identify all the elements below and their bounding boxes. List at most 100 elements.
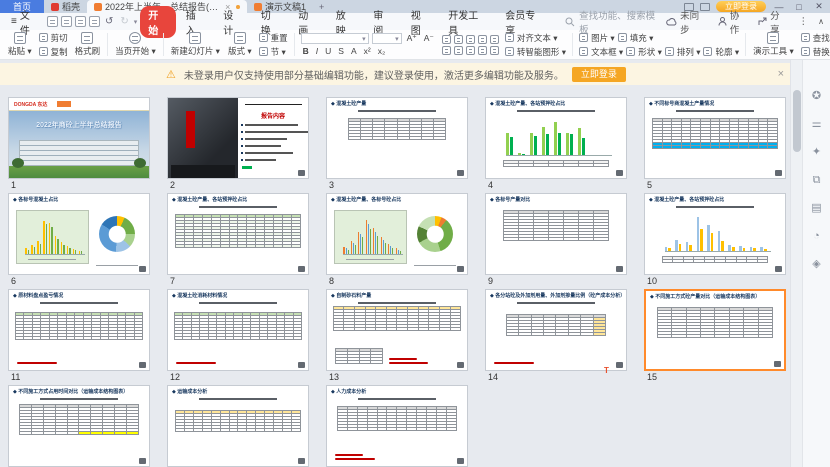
notice-login-button[interactable]: 立即登录 (572, 67, 626, 82)
slide-thumbnail-8[interactable]: ◆ 混凝土砼产量、各标号砼占比 (326, 193, 468, 275)
chart-bar (732, 247, 735, 251)
slide-thumbnail-6[interactable]: ◆ 各标号混凝土占比 (8, 193, 150, 275)
align-icon[interactable] (442, 46, 451, 55)
align-icon[interactable] (490, 46, 499, 55)
slide-card-16: ◆ 不同施工方式占用时间对比（运输成本结构图表）16 (8, 385, 150, 467)
format-painter-button[interactable]: 格式刷 (71, 31, 105, 58)
save-icon[interactable] (47, 16, 58, 27)
copy-button[interactable]: 复制 (39, 46, 68, 58)
slide-thumbnail-5[interactable]: ◆ 不同标号商混凝土产量情况 (644, 97, 786, 179)
list-icon[interactable] (490, 35, 499, 44)
export-icon[interactable] (61, 16, 72, 27)
undo-icon[interactable]: ↺ (103, 16, 115, 27)
find-button-icon (801, 33, 810, 42)
present-tools-button[interactable]: 演示工具 ▾ (749, 31, 798, 58)
list-icon[interactable] (466, 35, 475, 44)
section-button[interactable]: 节 ▾ (259, 46, 288, 58)
slide-thumbnail-3[interactable]: ◆ 混凝土砼产量 (326, 97, 468, 179)
align-icon[interactable] (454, 46, 463, 55)
play-from-current-button[interactable]: 当页开始 ▾ (111, 31, 160, 58)
slide-thumbnail-12[interactable]: ◆ 混凝土砼消耗材料情况 (167, 289, 309, 371)
paste-button[interactable]: 粘贴 ▾ (4, 31, 36, 58)
slide-number: 4 (488, 180, 627, 191)
superscript-button[interactable]: x² (362, 46, 373, 56)
sidebar-tool-duplicate-icon[interactable]: ⧉ (810, 174, 823, 187)
sidebar-tool-magic-effects-icon[interactable]: ✦ (810, 146, 823, 159)
to-smartart-button[interactable]: 转智能图形 ▾ (505, 46, 566, 58)
slide-thumbnail-15[interactable]: ◆ 不同施工方式砼产量对比（运输成本结构图表） (644, 289, 786, 371)
slide-number: 9 (488, 276, 627, 287)
new-slide-button[interactable]: 新建幻灯片 ▾ (167, 31, 224, 58)
underline-button[interactable]: U (323, 46, 333, 56)
replace-button[interactable]: 替换 ▾ (801, 46, 830, 58)
quickbar-chevron-icon[interactable]: ▾ (134, 18, 138, 26)
increase-font-button[interactable]: A⁺ (405, 33, 419, 44)
collapse-ribbon-icon[interactable]: ∧ (818, 17, 824, 26)
slide-thumbnail-13[interactable]: ◆ 自制砂石料产量 (326, 289, 468, 371)
font-family-select[interactable]: ▾ (301, 33, 369, 44)
subscript-button[interactable]: x₂ (376, 46, 388, 56)
slide-thumbnail-1[interactable]: 2022年商砼上半年总结报告DONGDA 东达 (8, 97, 150, 179)
reset-button[interactable]: 重置 (259, 32, 288, 44)
sidebar-tool-seal-icon[interactable]: ✪ (810, 90, 823, 103)
mini-table (333, 306, 462, 331)
align-icon[interactable] (478, 46, 487, 55)
list-icon[interactable] (478, 35, 487, 44)
tab-docer[interactable]: 稻壳 (44, 0, 87, 13)
chart-legend-table (662, 256, 768, 263)
align-icon[interactable] (466, 46, 475, 55)
slide-thumbnail-16[interactable]: ◆ 不同施工方式占用时间对比（运输成本结构图表） (8, 385, 150, 467)
sidebar-tool-theme-icon[interactable]: ◈ (810, 258, 823, 271)
redo-icon[interactable]: ↻ (118, 16, 130, 27)
print-icon[interactable] (75, 16, 86, 27)
slide-thumbnail-14[interactable]: ◆ 各分站砼及外加剂用量、外加剂掺量比例（砼产成本分析） (485, 289, 627, 371)
slide-title: ◆ 各标号产量对比 (490, 196, 624, 203)
sidebar-tool-settings-sliders-icon[interactable]: ⚌ (810, 118, 823, 131)
print-preview-icon[interactable] (89, 16, 100, 27)
sidebar-tool-history-icon[interactable]: ◔ (810, 230, 823, 243)
slide-thumbnail-4[interactable]: ◆ 混凝土砼产量、各站预拌砼占比 (485, 97, 627, 179)
layout-button[interactable]: 版式 ▾ (224, 31, 256, 58)
slide-thumbnail-17[interactable]: ◆ 运输成本分析 (167, 385, 309, 467)
list-icon[interactable] (454, 35, 463, 44)
slide-thumbnail-9[interactable]: ◆ 各标号产量对比 (485, 193, 627, 275)
slide-thumbnail-11[interactable]: ◆ 原材料盘点盈亏情况 (8, 289, 150, 371)
mini-sub-table (335, 348, 383, 364)
font-size-select[interactable]: ▾ (372, 33, 402, 44)
cover-title: 2022年商砼上半年总结报告 (9, 120, 149, 130)
text-cursor-marker: T (604, 366, 609, 375)
slide-flag-icon (298, 170, 305, 176)
textbox-button[interactable]: 文本框 ▾ (579, 46, 623, 58)
arrange-button[interactable]: 排列 ▾ (665, 46, 701, 58)
notice-close-icon[interactable]: × (778, 68, 784, 80)
chart-bar (566, 133, 569, 155)
image-button[interactable]: 图片 ▾ (579, 32, 615, 44)
slide-thumbnail-2[interactable]: 报告内容 (167, 97, 309, 179)
shape-button[interactable]: 形状 ▾ (626, 46, 662, 58)
chart-legend-line (28, 259, 76, 261)
outline-button[interactable]: 轮廓 ▾ (703, 46, 739, 58)
bold-button[interactable]: B (301, 46, 311, 56)
slide-thumbnail-18[interactable]: ◆ 人力成本分析 (326, 385, 468, 467)
font-color-button[interactable]: A (349, 46, 359, 56)
donut-chart (417, 216, 453, 252)
slide-thumbnail-10[interactable]: ◆ 混凝土砼产量、各站预拌砼占比 (644, 193, 786, 275)
more-menu-icon[interactable]: ⋮ (799, 16, 809, 27)
italic-button[interactable]: I (314, 46, 320, 56)
slide-number: 8 (329, 276, 468, 287)
cut-button[interactable]: 剪切 (39, 32, 68, 44)
mini-table (348, 118, 446, 140)
decrease-font-button[interactable]: A⁻ (422, 33, 436, 44)
scrollbar-thumb[interactable] (793, 90, 801, 152)
mini-table (15, 312, 144, 340)
strikethrough-button[interactable]: S (336, 46, 346, 56)
find-button[interactable]: 查找 (801, 32, 830, 44)
align-text-button[interactable]: 对齐文本 ▾ (505, 32, 566, 44)
list-icon[interactable] (442, 35, 451, 44)
slide-thumbnail-7[interactable]: ◆ 混凝土砼产量、各站预拌砼占比 (167, 193, 309, 275)
fill-button[interactable]: 填充 ▾ (618, 32, 654, 44)
lawn-image (9, 166, 149, 178)
sidebar-tool-image-edit-icon[interactable]: ▤ (810, 202, 823, 215)
vertical-scrollbar[interactable] (790, 60, 802, 467)
slide-card-11: ◆ 原材料盘点盈亏情况11 (8, 289, 150, 383)
